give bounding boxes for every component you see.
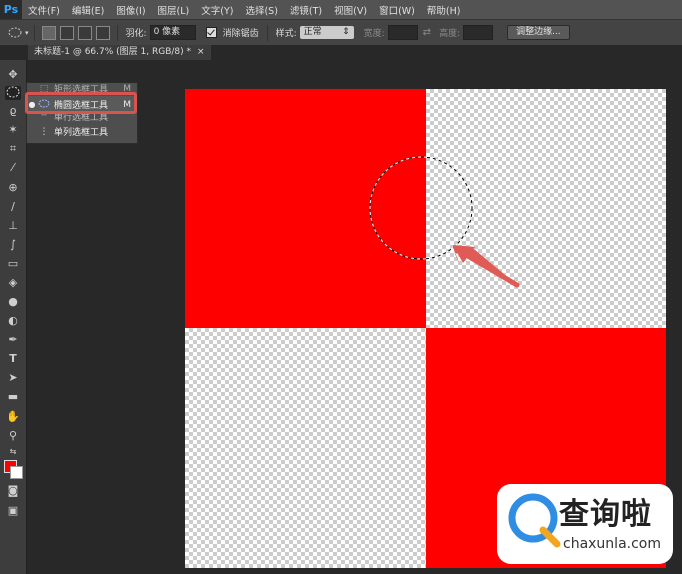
magic-wand-icon[interactable]: ✶ (5, 123, 21, 137)
marquee-tool-flyout: ⬚ 矩形选框工具 M ● 椭圆选框工具 M ┄ 单行选框工具 ⋮ 单列选框工具 (25, 82, 138, 144)
healing-brush-icon[interactable]: ⊕ (5, 181, 21, 195)
refine-edge-button[interactable]: 调整边缘... (507, 25, 570, 40)
watermark-url: chaxunla.com (563, 536, 661, 552)
clone-stamp-icon[interactable]: ⊥ (5, 219, 21, 233)
blur-tool-icon[interactable]: ● (5, 295, 21, 309)
screen-mode-icon[interactable]: ▣ (5, 504, 21, 518)
menu-layer[interactable]: 图层(L) (152, 3, 196, 17)
menu-help[interactable]: 帮助(H) (421, 3, 467, 17)
style-label: 样式: (275, 29, 297, 39)
antialias-checkbox[interactable] (205, 27, 217, 38)
divider (33, 24, 35, 41)
width-input[interactable] (387, 25, 418, 40)
ellipse-marquee-icon (8, 27, 22, 38)
lasso-tool-icon[interactable]: ϱ (5, 104, 21, 118)
watermark-logo: 查询啦 chaxunla.com (497, 484, 673, 564)
paint-bucket-icon[interactable]: ◈ (5, 276, 21, 290)
history-brush-icon[interactable]: ∫ (5, 238, 21, 252)
zoom-tool-icon[interactable]: ⚲ (5, 429, 21, 443)
menu-bar: Ps 文件(F) 编辑(E) 图像(I) 图层(L) 文字(Y) 选择(S) 滤… (0, 0, 682, 19)
swap-icon[interactable]: ⇄ (423, 27, 431, 38)
width-label: 宽度: (363, 29, 385, 39)
flyout-item-label: 单列选框工具 (54, 128, 109, 138)
intersect-selection-button[interactable] (95, 25, 110, 40)
menu-window[interactable]: 窗口(W) (373, 3, 421, 17)
menu-image[interactable]: 图像(I) (110, 3, 151, 17)
antialias-label: 消除锯齿 (222, 29, 259, 39)
style-value: 正常 (303, 27, 322, 37)
new-selection-button[interactable] (41, 25, 56, 40)
hand-tool-icon[interactable]: ✋ (5, 410, 21, 424)
toolbox: ✥ ϱ ✶ ⌗ ⁄ ⊕ ∕ ⊥ ∫ ▭ ◈ ● ◐ ✒ T ➤ ▬ ✋ ⚲ ⇆ … (0, 60, 27, 574)
path-selection-icon[interactable]: ➤ (5, 371, 21, 385)
background-color-swatch[interactable] (10, 466, 23, 479)
document-tab-row: 未标题-1 @ 66.7% (图层 1, RGB/8) * × (28, 45, 682, 60)
menu-view[interactable]: 视图(V) (328, 3, 373, 17)
menu-type[interactable]: 文字(Y) (195, 3, 239, 17)
chevron-down-icon: ▾ (25, 28, 29, 37)
divider (116, 24, 118, 41)
document-title: 未标题-1 @ 66.7% (图层 1, RGB/8) * (34, 47, 191, 57)
tool-preset-picker[interactable]: ▾ (8, 27, 29, 38)
menu-select[interactable]: 选择(S) (239, 3, 283, 17)
eraser-icon[interactable]: ▭ (5, 257, 21, 271)
brush-tool-icon[interactable]: ∕ (5, 200, 21, 214)
type-tool-icon[interactable]: T (5, 352, 21, 366)
style-select[interactable]: 正常 ⇕ (299, 26, 354, 39)
document-tab[interactable]: 未标题-1 @ 66.7% (图层 1, RGB/8) * × (28, 45, 211, 60)
pen-tool-icon[interactable]: ✒ (5, 333, 21, 347)
photoshop-logo: Ps (0, 0, 22, 19)
quick-mask-icon[interactable]: ◙ (5, 484, 21, 498)
dodge-tool-icon[interactable]: ◐ (5, 314, 21, 328)
subtract-selection-button[interactable] (77, 25, 92, 40)
menu-edit[interactable]: 编辑(E) (66, 3, 110, 17)
annotation-highlight-box (25, 92, 137, 114)
crop-tool-icon[interactable]: ⌗ (5, 142, 21, 156)
eyedropper-icon[interactable]: ⁄ (5, 161, 21, 175)
move-tool-icon[interactable]: ✥ (5, 68, 21, 82)
rectangle-shape-icon[interactable]: ▬ (5, 390, 21, 404)
flyout-item-single-column-marquee[interactable]: ⋮ 单列选框工具 (27, 123, 137, 140)
search-q-icon (508, 493, 561, 548)
height-input[interactable] (463, 25, 494, 40)
feather-input[interactable]: 0 像素 (149, 25, 196, 40)
feather-label: 羽化: (125, 29, 147, 39)
swap-colors-icon[interactable]: ⇆ (5, 445, 21, 459)
watermark-brand: 查询啦 (559, 497, 652, 532)
height-label: 高度: (439, 29, 461, 39)
options-bar: ▾ 羽化: 0 像素 消除锯齿 样式: 正常 ⇕ 宽度: ⇄ 高度: 调整边缘.… (0, 19, 682, 46)
divider (266, 24, 268, 41)
marquee-tool-icon[interactable] (5, 86, 21, 100)
add-selection-button[interactable] (59, 25, 74, 40)
close-icon[interactable]: × (197, 45, 205, 60)
single-column-icon: ⋮ (39, 126, 49, 137)
menu-filter[interactable]: 滤镜(T) (284, 3, 328, 17)
updown-icon: ⇕ (342, 27, 350, 37)
menu-file[interactable]: 文件(F) (22, 3, 66, 17)
